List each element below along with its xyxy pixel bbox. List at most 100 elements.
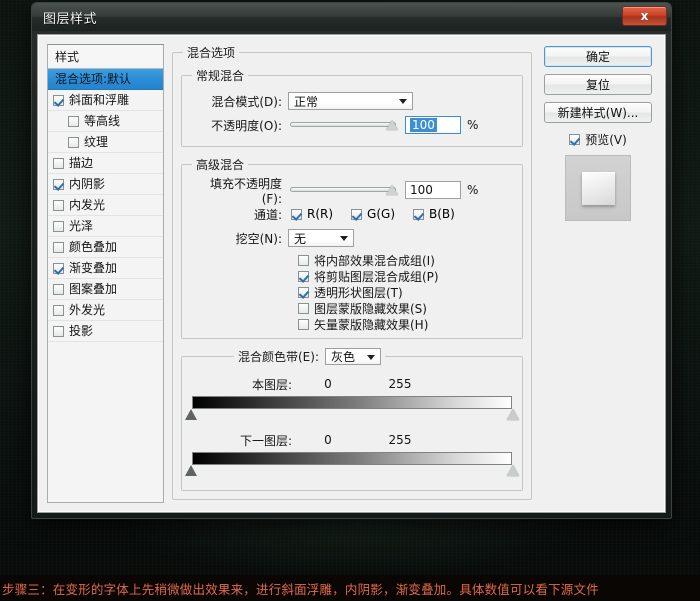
blend-if-channel-value: 灰色 (331, 350, 356, 364)
advanced-blending-group: 高级混合 填充不透明度(F): 100 % 通道: R(R) G(G) B(B)… (181, 156, 523, 339)
checkbox-icon[interactable] (298, 270, 309, 282)
sidebar-item-2[interactable]: 等高线 (48, 111, 163, 132)
sidebar-item-3[interactable]: 纹理 (48, 132, 163, 153)
this-layer-white-handle[interactable] (507, 409, 519, 420)
advanced-option-3[interactable]: 图层蒙版隐藏效果(S) (298, 300, 514, 316)
dialog-content: 样式 混合选项:默认 斜面和浮雕 等高线 纹理 描边 内阴影 内发光 光泽 颜色叠加 渐变叠加 图案… (37, 34, 666, 513)
chevron-down-icon (340, 236, 348, 241)
blend-if-channel-select[interactable]: 灰色 (325, 348, 381, 365)
blend-if-title: 混合颜色带(E): (238, 350, 319, 364)
checkbox-icon[interactable] (351, 208, 363, 220)
channel-checkbox-g[interactable]: G(G) (351, 207, 395, 221)
underlying-layer-gradient (193, 453, 511, 464)
opacity-slider[interactable] (290, 118, 398, 132)
underlying-layer-black-handle[interactable] (185, 465, 197, 476)
advanced-option-0[interactable]: 将内部效果混合成组(I) (298, 252, 514, 268)
style-enable-checkbox[interactable] (53, 94, 64, 106)
ok-button[interactable]: 确定 (544, 46, 652, 67)
this-layer-max: 255 (388, 377, 412, 391)
style-enable-checkbox[interactable] (53, 220, 64, 232)
sidebar-item-4[interactable]: 描边 (48, 153, 163, 174)
sidebar-item-9[interactable]: 渐变叠加 (48, 258, 163, 279)
checkbox-icon[interactable] (291, 208, 302, 220)
sidebar-item-5[interactable]: 内阴影 (48, 174, 163, 195)
advanced-option-label: 透明形状图层(T) (314, 285, 403, 300)
checkbox-icon[interactable] (298, 286, 309, 298)
opacity-slider-knob[interactable] (386, 120, 398, 130)
knockout-select[interactable]: 无 (288, 229, 354, 247)
dialog-titlebar[interactable]: 图层样式 x (32, 3, 671, 31)
sidebar-item-label: 内阴影 (69, 177, 106, 191)
fill-opacity-input[interactable]: 100 (405, 181, 461, 199)
channels-checkbox-group: R(R) G(G) B(B) (291, 207, 473, 221)
style-enable-checkbox[interactable] (53, 325, 64, 337)
dialog-actions: 确定 复位 新建样式(W)... 预览(V) (540, 44, 656, 503)
channel-label: B(B) (429, 207, 455, 221)
style-enable-checkbox[interactable] (68, 136, 79, 148)
new-style-button[interactable]: 新建样式(W)... (544, 102, 652, 123)
style-enable-checkbox[interactable] (53, 304, 64, 316)
this-layer-header: 本图层: 0 255 (192, 375, 512, 393)
sidebar-item-10[interactable]: 图案叠加 (48, 279, 163, 300)
advanced-option-label: 将内部效果混合成组(I) (314, 253, 435, 268)
preview-label: 预览(V) (585, 133, 627, 147)
fill-opacity-slider-knob[interactable] (386, 185, 398, 195)
underlying-layer-white-handle[interactable] (507, 465, 519, 476)
style-enable-checkbox[interactable] (53, 283, 64, 295)
sidebar-item-label: 描边 (69, 156, 94, 170)
chevron-down-icon (399, 99, 407, 104)
checkbox-icon[interactable] (298, 302, 309, 314)
style-enable-checkbox[interactable] (53, 262, 64, 274)
sidebar-item-8[interactable]: 颜色叠加 (48, 237, 163, 258)
opacity-input[interactable]: 100 (405, 116, 461, 134)
checkbox-icon[interactable] (298, 254, 309, 266)
advanced-option-label: 矢量蒙版隐藏效果(H) (314, 317, 429, 332)
sidebar-item-label: 颜色叠加 (69, 240, 118, 254)
advanced-option-1[interactable]: 将剪贴图层混合成组(P) (298, 268, 514, 284)
style-enable-checkbox[interactable] (53, 241, 64, 253)
checkbox-icon[interactable] (298, 318, 309, 330)
blend-mode-select[interactable]: 正常 (288, 92, 413, 110)
fill-opacity-slider[interactable] (290, 183, 398, 197)
preview-toggle[interactable]: 预览(V) (569, 131, 627, 148)
style-enable-checkbox[interactable] (53, 199, 64, 211)
checkbox-icon[interactable] (413, 208, 425, 220)
this-layer-black-handle[interactable] (185, 409, 197, 420)
opacity-value: 100 (410, 118, 437, 132)
reset-button[interactable]: 复位 (544, 74, 652, 95)
blend-mode-value: 正常 (294, 94, 319, 109)
layer-style-dialog: 图层样式 x 样式 混合选项:默认 斜面和浮雕 等高线 纹理 描边 内阴影 内发光 光泽 颜色叠… (31, 2, 672, 519)
channel-checkbox-b[interactable]: B(B) (413, 207, 455, 221)
sidebar-item-6[interactable]: 内发光 (48, 195, 163, 216)
sidebar-item-11[interactable]: 外发光 (48, 300, 163, 321)
preview-thumbnail-shape (581, 171, 615, 205)
sidebar-item-1[interactable]: 斜面和浮雕 (48, 90, 163, 111)
fill-opacity-slider-track (290, 187, 396, 192)
advanced-option-4[interactable]: 矢量蒙版隐藏效果(H) (298, 316, 514, 332)
blend-if-group: 混合颜色带(E): 灰色 本图层: 0 255 下一图层: 0 255 (181, 348, 523, 491)
general-blending-group: 常规混合 混合模式(D): 正常 不透明度(O): 100 % (181, 67, 523, 147)
channel-label: R(R) (307, 207, 334, 221)
sidebar-item-12[interactable]: 投影 (48, 321, 163, 342)
sidebar-item-7[interactable]: 光泽 (48, 216, 163, 237)
style-enable-checkbox[interactable] (68, 115, 79, 127)
sidebar-item-label: 斜面和浮雕 (69, 93, 130, 107)
underlying-layer-label: 下一图层: (239, 433, 292, 448)
style-list: 混合选项:默认斜面和浮雕等高线 纹理描边内阴影内发光 光泽颜色叠加渐变叠加 图案叠加外… (48, 69, 163, 502)
tutorial-caption-text: 步骤三：在变形的字体上先稍微做出效果来，进行斜面浮雕，内阴影，渐变叠加。具体数值… (2, 581, 599, 597)
sidebar-item-0[interactable]: 混合选项:默认 (48, 69, 163, 90)
channels-row: 通道: R(R) G(G) B(B) (190, 203, 514, 225)
sidebar-item-label: 投影 (69, 324, 94, 338)
close-icon[interactable]: x (622, 6, 667, 26)
style-enable-checkbox[interactable] (53, 178, 64, 190)
preview-thumbnail (565, 155, 631, 221)
advanced-option-2[interactable]: 透明形状图层(T) (298, 284, 514, 300)
channel-checkbox-r[interactable]: R(R) (291, 207, 333, 221)
preview-checkbox[interactable] (569, 134, 581, 145)
blending-options-title: 混合选项 (187, 46, 236, 60)
style-enable-checkbox[interactable] (53, 157, 64, 169)
this-layer-ramp (192, 396, 512, 409)
blend-if-legend: 混合颜色带(E): 灰色 (234, 348, 385, 365)
channels-label: 通道: (253, 207, 282, 222)
underlying-layer-handles (185, 465, 519, 478)
